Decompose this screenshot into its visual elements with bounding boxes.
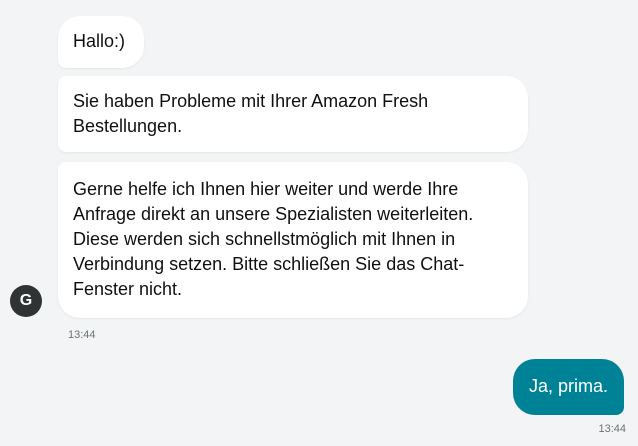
agent-message-bubble: Gerne helfe ich Ihnen hier weiter und we… (58, 162, 528, 318)
user-message-timestamp: 13:44 (598, 423, 626, 435)
avatar-letter: G (19, 292, 33, 309)
user-message-bubble: Ja, prima. (512, 359, 624, 415)
agent-message-text: Sie haben Probleme mit Ihrer Amazon Fres… (73, 91, 429, 136)
agent-message-bubble: Hallo:) (58, 16, 144, 68)
agent-avatar: G (10, 285, 42, 317)
user-message-text: Ja, prima. (528, 376, 608, 396)
agent-message-text: Gerne helfe ich Ihnen hier weiter und we… (73, 179, 474, 299)
agent-message-text: Hallo:) (73, 31, 126, 51)
agent-message-bubble: Sie haben Probleme mit Ihrer Amazon Fres… (58, 76, 528, 152)
agent-message-timestamp: 13:44 (68, 329, 96, 341)
chat-transcript: Hallo:) Sie haben Probleme mit Ihrer Ama… (0, 0, 638, 446)
